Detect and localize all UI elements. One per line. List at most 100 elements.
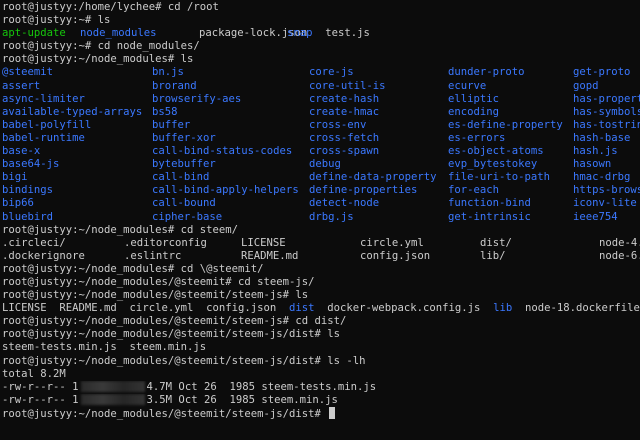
file-details: 4.7M Oct 26 1985 steem-tests.min.js [146,380,377,393]
listing-row: @steemit bn.js core-js dunder-proto get-prot… [2,66,640,79]
listing-entry: gopd [573,79,599,92]
listing-entry: buffer [152,118,191,131]
listing-entry: define-data-property [309,171,437,184]
listing-entry: for-each [448,184,500,197]
listing-entry: babel-polyfill [2,118,92,131]
listing-entry: node-4. [599,236,640,249]
listing-entry: evp_bytestokey [448,158,538,171]
listing-row: bip66 call-bound detect-node function-bind i… [2,197,640,210]
shell-prompt: root@justyy:~/node_modules/@steemit/stee… [2,354,328,367]
command-text: cd steem/ [180,223,238,236]
listing-entry: .eslintrc [124,249,182,262]
listing-entry: get-intrinsic [448,210,531,223]
listing-entry: es-define-property [448,118,563,131]
listing-entry: circle.yml [360,236,424,249]
listing-row: bindings call-bind-apply-helpers define-pr… [2,184,640,197]
listing-entry: cross-fetch [309,131,380,144]
listing-entry: brorand [152,79,197,92]
listing-entry: package-lock.json [199,27,308,40]
listing-entry: dist/ [480,236,512,249]
shell-prompt: root@justyy:~# [2,14,98,27]
listing-row: .dockerignore .eslintrc README.md config.js… [2,250,640,263]
listing-entry: bn.js [152,66,184,79]
listing-entry: call-bind-apply-helpers [152,184,299,197]
output-line: total 8.2M [2,367,66,380]
output-line: steem-tests.min.js steem.min.js [2,341,207,354]
command-text: cd \@steemit/ [180,262,264,275]
listing-entry: https-brows [573,184,640,197]
listing-entry: babel-runtime [2,131,85,144]
listing-entry: buffer-xor [152,131,216,144]
listing-entry: dunder-proto [448,66,525,79]
long-listing-row: -rw-r--r-- 1 3.5M Oct 26 1985 steem.min.j… [2,394,640,407]
listing-entry: has-tostrin [573,118,640,131]
listing-entry: apt-update [2,27,66,40]
listing-entry: iconv-lite [573,197,637,210]
command-line: root@justyy:~/node_modules/@steemit/stee… [2,289,640,302]
listing-entry: async-limiter [2,92,85,105]
listing-entry-file: test.js [312,27,370,40]
listing-entry: bs58 [152,105,178,118]
command-line: root@justyy:~/node_modules# cd \@steemit… [2,263,640,276]
listing-entry: available-typed-arrays [2,105,143,118]
listing-entry: encoding [448,105,500,118]
shell-prompt: root@justyy:~/node_modules/@steemit/stee… [2,289,296,302]
file-permissions: -rw-r--r-- 1 [2,393,79,406]
listing-entry: function-bind [448,197,531,210]
listing-entry: bluebird [2,210,54,223]
listing-row: base64-js bytebuffer debug evp_bytestokey ha… [2,158,640,171]
command-text: ls [180,53,194,66]
shell-prompt: root@justyy:~# [2,40,98,53]
command-text: ls [327,328,341,341]
listing-entry: node-18.dockerfile [512,302,640,315]
listing-row: available-typed-arrays bs58 create-hmac enc… [2,106,640,119]
shell-prompt: root@justyy:/home/lychee# [2,1,168,13]
listing-entry: create-hmac [309,105,380,118]
listing-entry: node-6. [599,249,640,262]
shell-prompt: root@justyy:~/node_modules# [2,53,181,66]
listing-entry: LICENSE [241,236,286,249]
listing-entry: call-bound [152,197,216,210]
command-text: ls -lh [327,354,366,367]
redacted-owner [80,381,145,393]
listing-entry: detect-node [309,197,380,210]
shell-prompt: root@justyy:~/node_modules/@steemit# [2,275,238,288]
listing-entry: core-util-is [309,79,386,92]
listing-entry: ieee754 [573,210,618,223]
listing-row: async-limiter browserify-aes create-hash el… [2,93,640,106]
terminal-window[interactable]: root@justyy:/home/lychee# cd /root root@j… [0,0,640,440]
listing-row: babel-polyfill buffer cross-env es-define-p… [2,119,640,132]
listing-row: bigi call-bind define-data-property file-ur… [2,171,640,184]
command-line: root@justyy:~/node_modules/@steemit/stee… [2,315,640,328]
listing-entry: cipher-base [152,210,223,223]
command-text: ls [97,14,111,27]
listing-entry: bigi [2,171,28,184]
command-text: ls [295,289,309,302]
command-line: root@justyy:/home/lychee# cd /root [2,1,640,14]
listing-entry: browserify-aes [152,92,242,105]
command-text: cd /root [167,1,219,13]
listing-row: babel-runtime buffer-xor cross-fetch es-err… [2,132,640,145]
listing-entry: .dockerignore [2,249,85,262]
listing-entry: dist [289,302,315,315]
listing-entry: docker-webpack.config.js [314,302,494,315]
listing-entry: es-errors [448,131,506,144]
listing-entry: core-js [309,66,354,79]
command-line: root@justyy:~/node_modules/@steemit/stee… [2,406,640,420]
command-line: root@justyy:~/node_modules/@steemit/stee… [2,328,640,341]
listing-entry: snap test.js [287,27,640,40]
command-line: root@justyy:~/node_modules/@steemit# cd … [2,276,640,289]
listing-entry: cross-env [309,118,367,131]
listing-row: .circleci/ .editorconfig LICENSE circle.yml… [2,237,640,250]
shell-prompt: root@justyy:~/node_modules# [2,262,181,275]
listing-entry: hash-base [573,131,631,144]
listing-entry: lib/ [480,249,506,262]
listing-entry: create-hash [309,92,380,105]
listing-row: apt-update node_modules package-lock.json s… [2,27,640,40]
listing-entry: .circleci/ [2,236,66,249]
listing-entry: drbg.js [309,210,354,223]
command-text: cd steem-js/ [238,275,315,288]
listing-entry: get-proto [573,66,631,79]
text-cursor[interactable] [329,406,336,419]
listing-entry: @steemit [2,66,54,79]
